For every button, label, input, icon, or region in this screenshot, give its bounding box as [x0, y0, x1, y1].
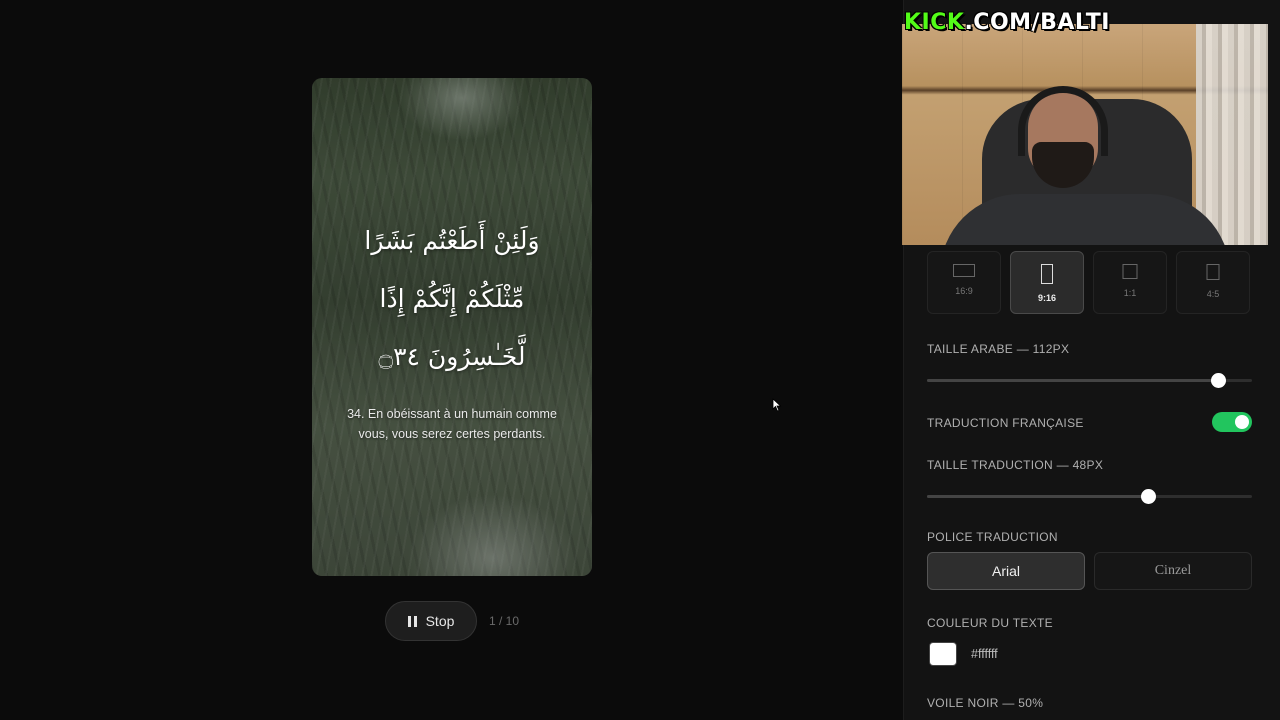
text-color-value: #ffffff [971, 647, 998, 661]
aspect-ratio-4-5-button[interactable]: 4:5 [1176, 251, 1250, 314]
webcam-curtain [1196, 24, 1268, 245]
aspect-ratio-9-16-button[interactable]: 9:16 [1010, 251, 1084, 314]
watermark-channel-url: .COM/BALTI [964, 10, 1110, 35]
headphones-icon [1018, 86, 1108, 156]
portrait-icon [1041, 264, 1053, 284]
video-preview: وَلَئِنْ أَطَعْتُم بَشَرًا مِّثْلَكُمْ إ… [312, 78, 592, 576]
preview-overlay [312, 78, 592, 576]
translation-size-label: TAILLE TRADUCTION — 48PX [927, 458, 1104, 472]
text-color-swatch[interactable] [929, 642, 957, 666]
translation-font-label: POLICE TRADUCTION [927, 530, 1058, 544]
aspect-ratio-label: 16:9 [955, 286, 973, 296]
french-translation-toggle[interactable] [1212, 412, 1252, 432]
pause-icon [407, 615, 417, 627]
watermark-kick-logo: KICK [904, 10, 965, 35]
toggle-knob [1235, 415, 1249, 429]
arabic-size-label: TAILLE ARABE — 112PX [927, 342, 1070, 356]
aspect-ratio-label: 4:5 [1206, 289, 1220, 299]
aspect-ratio-16-9-button[interactable]: 16:9 [927, 251, 1001, 314]
translation-size-slider-fill [927, 495, 1148, 498]
translation-size-slider-thumb[interactable] [1141, 489, 1156, 504]
verse-counter: 1 / 10 [489, 614, 520, 628]
arabic-size-slider-thumb[interactable] [1210, 373, 1226, 388]
arabic-verse-line-1: وَلَئِنْ أَطَعْتُم بَشَرًا [364, 226, 540, 255]
black-veil-label: VOILE NOIR — 50% [927, 696, 1044, 710]
aspect-ratio-label: 9:16 [1037, 293, 1056, 303]
translation-size-slider[interactable] [927, 489, 1252, 504]
arabic-size-slider[interactable] [927, 373, 1252, 388]
arabic-verse-line-3: لَّخَـٰسِرُونَ ۝٣٤ [378, 342, 526, 371]
stream-watermark: KICK.COM/BALTI [904, 10, 1110, 35]
font-option-cinzel-button[interactable]: Cinzel [1094, 552, 1252, 590]
landscape-icon [953, 264, 975, 277]
text-color-label: COULEUR DU TEXTE [927, 616, 1053, 630]
verse-translation: 34. En obéissant à un humain comme vous,… [347, 407, 557, 441]
square-icon [1122, 264, 1138, 279]
font-option-arial-button[interactable]: Arial [927, 552, 1085, 590]
stop-button-label: Stop [425, 613, 455, 629]
arabic-verse-line-2: مِّثْلَكُمْ إِنَّكُمْ إِذًا [379, 284, 525, 313]
french-translation-label: TRADUCTION FRANÇAISE [927, 416, 1084, 430]
stop-button[interactable]: Stop [385, 601, 477, 641]
mouse-cursor-icon [772, 398, 782, 412]
aspect-ratio-1-1-button[interactable]: 1:1 [1093, 251, 1167, 314]
webcam-overlay [902, 24, 1268, 245]
portrait-4-5-icon [1206, 264, 1220, 280]
arabic-size-slider-fill [927, 379, 1218, 382]
aspect-ratio-label: 1:1 [1123, 288, 1137, 298]
